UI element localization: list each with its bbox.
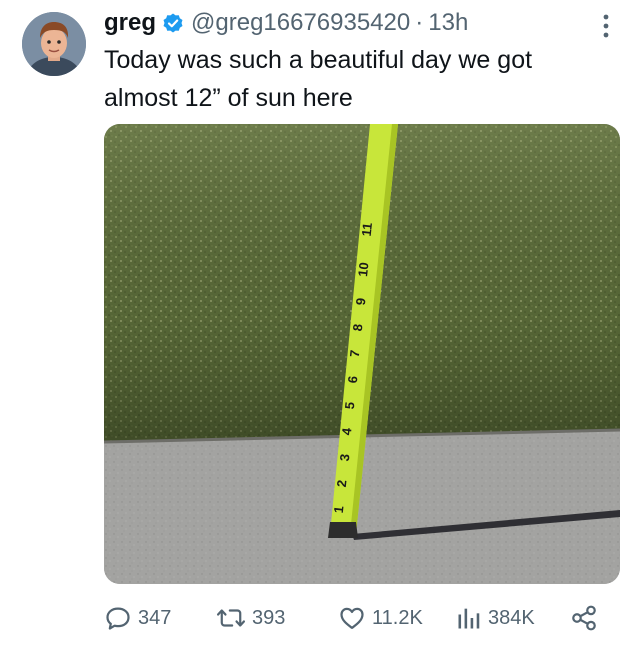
tape-numbers: 1 2 3 4 5 6 7 8 9 10 11 (104, 124, 620, 584)
share-icon (572, 605, 596, 631)
like-button[interactable]: 11.2K (338, 600, 423, 636)
tweet-header: greg @greg16676935420 · 13h (104, 8, 468, 38)
reply-count: 347 (138, 606, 172, 629)
tape-number: 9 (352, 297, 369, 306)
tape-number: 5 (341, 401, 358, 410)
tape-number: 11 (358, 221, 376, 238)
tape-number: 4 (338, 427, 355, 436)
like-count: 11.2K (372, 606, 423, 629)
views-button[interactable]: 384K (456, 600, 535, 636)
avatar[interactable] (22, 12, 86, 76)
tweet[interactable]: greg @greg16676935420 · 13h Today was su… (0, 0, 640, 645)
tape-number: 7 (346, 349, 363, 358)
verified-badge-icon (161, 11, 185, 35)
avatar-image (22, 12, 86, 76)
more-options-icon[interactable] (598, 12, 614, 40)
tape-number: 1 (330, 505, 347, 514)
repost-count: 393 (252, 606, 286, 629)
tape-number: 2 (333, 479, 350, 488)
tape-number: 10 (355, 261, 372, 278)
tape-number: 6 (344, 375, 361, 384)
tape-number: 3 (336, 453, 353, 462)
tape-number: 8 (349, 323, 366, 332)
tweet-actions: 347 393 11.2K 384K (104, 600, 604, 636)
share-button[interactable] (570, 600, 598, 636)
tweet-text: Today was such a beautiful day we got al… (104, 46, 533, 112)
reply-icon (106, 607, 130, 630)
like-icon (340, 607, 364, 630)
repost-icon (216, 609, 246, 627)
tweet-photo[interactable]: 1 2 3 4 5 6 7 8 9 10 11 (104, 124, 620, 584)
repost-button[interactable]: 393 (216, 600, 285, 636)
separator-dot: · (415, 9, 424, 36)
user-handle[interactable]: @greg16676935420 (191, 9, 410, 37)
timestamp[interactable]: 13h (428, 9, 468, 37)
display-name[interactable]: greg (104, 9, 156, 37)
reply-button[interactable]: 347 (104, 600, 171, 636)
views-count: 384K (488, 606, 535, 629)
views-icon (458, 608, 480, 629)
